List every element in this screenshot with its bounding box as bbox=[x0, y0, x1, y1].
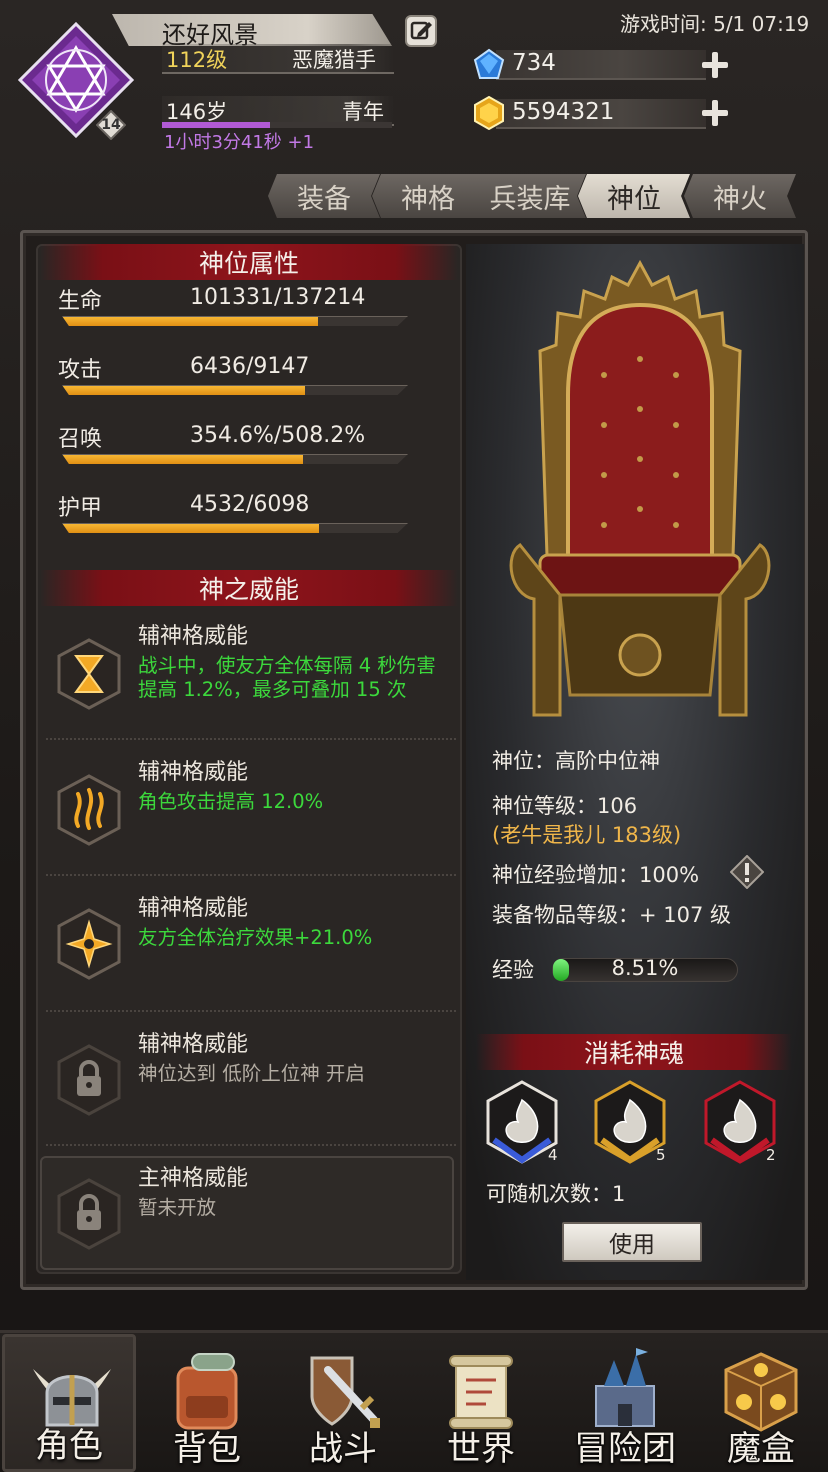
power-desc-1: 战斗中，使友方全体每隔 4 秒伤害提高 1.2%，最多可叠加 15 次 bbox=[138, 654, 436, 701]
soul-red-count: 2 bbox=[766, 1146, 776, 1164]
stat-label-attack: 攻击 bbox=[58, 358, 103, 383]
add-gems-button[interactable] bbox=[702, 52, 728, 78]
tab-equipment[interactable]: 装备 bbox=[268, 174, 380, 218]
stat-value-armor: 4532/6098 bbox=[190, 492, 310, 517]
info-warning-icon[interactable] bbox=[730, 855, 764, 889]
nav-label-adventure-team: 冒险团 bbox=[574, 1429, 676, 1469]
player-class: 恶魔猎手 bbox=[292, 48, 376, 72]
stat-value-attack: 6436/9147 bbox=[190, 354, 310, 379]
soul-white-count: 4 bbox=[548, 1146, 558, 1164]
gem-count: 734 bbox=[512, 50, 556, 76]
soul-gold-count: 5 bbox=[656, 1146, 666, 1164]
stat-label-hp: 生命 bbox=[58, 289, 103, 314]
power-desc-2: 角色攻击提高 12.0% bbox=[138, 790, 324, 813]
nav-battle[interactable]: 战斗 bbox=[276, 1334, 410, 1472]
hourglass-icon bbox=[57, 638, 121, 710]
stat-label-armor: 护甲 bbox=[58, 496, 103, 521]
edit-icon bbox=[410, 21, 432, 40]
heal-star-icon bbox=[57, 908, 121, 980]
tab-god-grid[interactable]: 神格 bbox=[372, 174, 484, 218]
stat-bar-hp bbox=[62, 316, 408, 326]
exp-value: 8.51% bbox=[611, 956, 679, 980]
nav-character[interactable]: 角色 bbox=[2, 1334, 136, 1472]
stat-value-summon: 354.6%/508.2% bbox=[190, 423, 366, 448]
power-title-3: 辅神格威能 bbox=[138, 896, 249, 921]
gold-icon bbox=[474, 96, 504, 130]
god-level-bonus: (老牛是我儿 183级) bbox=[492, 823, 682, 847]
nav-label-backpack: 背包 bbox=[173, 1429, 241, 1469]
master-power-desc: 暂未开放 bbox=[138, 1196, 217, 1219]
throne-image bbox=[509, 259, 771, 717]
nav-label-world: 世界 bbox=[447, 1429, 515, 1469]
tab-god-position[interactable]: 神位 bbox=[578, 174, 690, 218]
tab-god-fire[interactable]: 神火 bbox=[684, 174, 796, 218]
power-title-4: 辅神格威能 bbox=[138, 1032, 249, 1057]
nav-label-magic-box: 魔盒 bbox=[727, 1429, 795, 1469]
nav-label-battle: 战斗 bbox=[309, 1429, 377, 1469]
god-rank: 神位：高阶中位神 bbox=[492, 749, 660, 773]
stat-bar-armor bbox=[62, 523, 408, 533]
power-title-2: 辅神格威能 bbox=[138, 760, 249, 785]
nav-backpack[interactable]: 背包 bbox=[140, 1334, 274, 1472]
power-desc-4: 神位达到 低阶上位神 开启 bbox=[138, 1062, 365, 1085]
stat-bar-attack bbox=[62, 385, 408, 395]
nav-label-character: 角色 bbox=[35, 1426, 103, 1466]
attributes-header: 神位属性 bbox=[40, 244, 458, 280]
gem-icon bbox=[473, 48, 505, 79]
divine-power-header: 神之威能 bbox=[40, 570, 458, 606]
stat-bar-attack-fill bbox=[62, 386, 306, 395]
age-timer: 1小时3分41秒 +1 bbox=[164, 132, 315, 153]
nav-magic-box[interactable]: 魔盒 bbox=[694, 1334, 828, 1472]
power-desc-3: 友方全体治疗效果+21.0% bbox=[138, 926, 373, 949]
player-level: 112级 bbox=[166, 48, 228, 72]
edit-name-button[interactable] bbox=[405, 15, 437, 47]
master-power-title: 主神格威能 bbox=[138, 1166, 249, 1191]
use-button[interactable]: 使用 bbox=[562, 1222, 702, 1262]
stat-bar-summon-fill bbox=[62, 455, 304, 464]
stat-bar-hp-fill bbox=[62, 317, 318, 326]
exp-label: 经验 bbox=[492, 958, 534, 982]
stat-bar-summon bbox=[62, 454, 408, 464]
nav-world[interactable]: 世界 bbox=[414, 1334, 548, 1472]
lock-icon bbox=[57, 1044, 121, 1116]
flame-icon bbox=[57, 774, 121, 846]
game-time: 游戏时间: 5/1 07:19 bbox=[620, 12, 810, 36]
exp-bonus: 神位经验增加：100% bbox=[492, 863, 700, 887]
power-title-1: 辅神格威能 bbox=[138, 624, 249, 649]
god-level: 神位等级：106 bbox=[492, 794, 638, 818]
add-gold-button[interactable] bbox=[702, 100, 728, 126]
tab-armory[interactable]: 兵装库 bbox=[474, 174, 586, 218]
random-times: 可随机次数：1 bbox=[486, 1182, 626, 1206]
god-position-screen: 14 还好风景 游戏时间: 5/1 07:19 112级 恶魔猎手 146岁 青… bbox=[0, 0, 828, 1472]
equip-item-level: 装备物品等级：+ 107 级 bbox=[492, 903, 732, 927]
consume-soul-header: 消耗神魂 bbox=[476, 1034, 792, 1070]
stat-value-hp: 101331/137214 bbox=[190, 285, 366, 310]
master-lock-icon bbox=[57, 1178, 121, 1250]
avatar-badge: 14 bbox=[95, 109, 127, 141]
stat-bar-armor-fill bbox=[62, 524, 320, 533]
gold-count: 5594321 bbox=[512, 99, 615, 125]
nav-adventure-team[interactable]: 冒险团 bbox=[558, 1334, 692, 1472]
stat-label-summon: 召唤 bbox=[58, 427, 103, 452]
